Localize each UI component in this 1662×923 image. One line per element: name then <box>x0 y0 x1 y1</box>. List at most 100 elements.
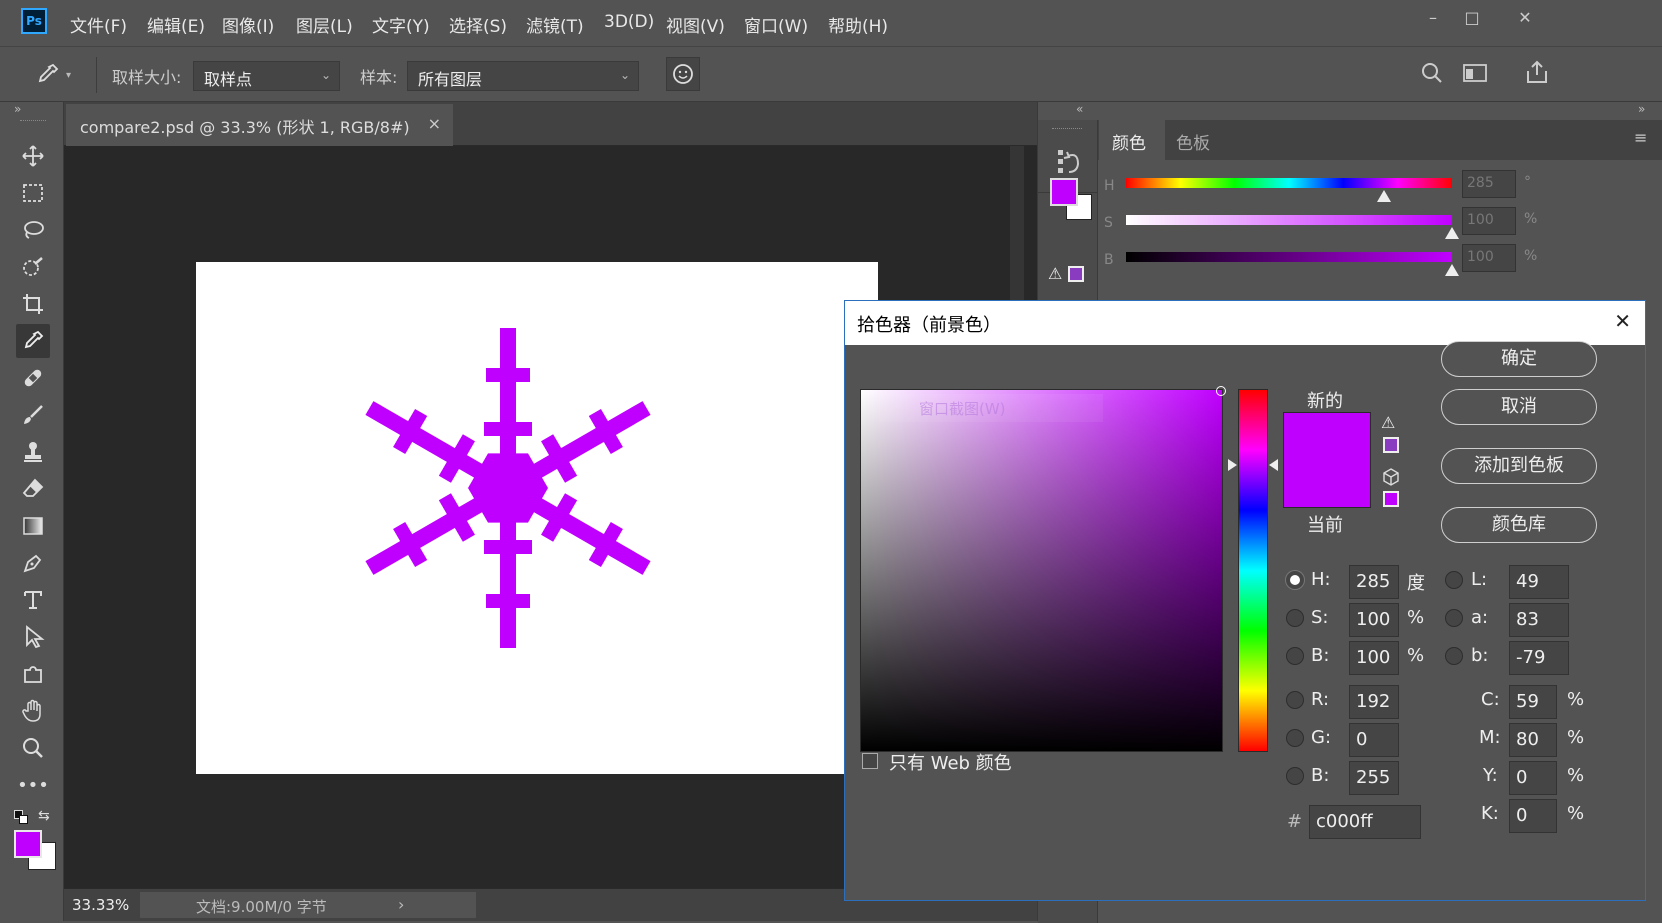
radio-red[interactable] <box>1286 691 1304 709</box>
document-tab[interactable]: compare2.psd @ 33.3% (形状 1, RGB/8#) × <box>66 104 453 146</box>
ok-button[interactable]: 确定 <box>1441 341 1597 377</box>
pen-tool[interactable] <box>16 546 50 580</box>
zoom-tool[interactable] <box>16 731 50 765</box>
menu-type[interactable]: 文字(Y) <box>372 12 430 37</box>
web-safe-color-swatch[interactable] <box>1383 491 1399 507</box>
gamut-color-swatch[interactable] <box>1068 266 1084 282</box>
quick-select-tool[interactable] <box>16 250 50 284</box>
menu-image[interactable]: 图像(I) <box>222 12 274 37</box>
eyedropper-tool[interactable] <box>16 324 50 358</box>
stamp-tool[interactable] <box>16 435 50 469</box>
sampling-ring-toggle[interactable] <box>666 57 700 91</box>
workspace-icon[interactable] <box>1462 61 1488 85</box>
radio-hue[interactable] <box>1286 571 1304 589</box>
status-menu-arrow[interactable]: › <box>398 895 404 914</box>
default-colors-icon[interactable] <box>14 810 28 824</box>
brightness-field[interactable]: 100 <box>1349 641 1399 675</box>
lab-l-field[interactable]: 49 <box>1509 565 1569 599</box>
green-field[interactable]: 0 <box>1349 723 1399 757</box>
menu-layer[interactable]: 图层(L) <box>296 12 353 37</box>
current-color-swatch[interactable] <box>1283 460 1371 508</box>
brightness-value-field[interactable]: 100 <box>1462 244 1516 272</box>
radio-brightness[interactable] <box>1286 647 1304 665</box>
tool-preset-picker[interactable]: ▾ <box>34 59 84 91</box>
menu-filter[interactable]: 滤镜(T) <box>526 12 584 37</box>
saturation-slider-thumb[interactable] <box>1445 227 1459 239</box>
lasso-tool[interactable] <box>16 213 50 247</box>
menu-file[interactable]: 文件(F) <box>70 12 127 37</box>
cyan-field[interactable]: 59 <box>1509 685 1557 719</box>
close-window-button[interactable]: ✕ <box>1510 6 1540 30</box>
path-select-tool[interactable] <box>16 620 50 654</box>
maximize-button[interactable]: □ <box>1457 6 1487 30</box>
out-of-gamut-warning-icon[interactable]: ⚠ <box>1381 413 1395 432</box>
hex-field[interactable]: c000ff <box>1309 805 1421 839</box>
hue-slider-right-arrow[interactable] <box>1269 458 1278 471</box>
brightness-slider-thumb[interactable] <box>1445 264 1459 276</box>
lab-a-field[interactable]: 83 <box>1509 603 1569 637</box>
radio-lab-a[interactable] <box>1445 609 1463 627</box>
eraser-tool[interactable] <box>16 472 50 506</box>
history-icon[interactable] <box>1056 148 1082 176</box>
lab-b-field[interactable]: -79 <box>1509 641 1569 675</box>
gradient-tool[interactable] <box>16 509 50 543</box>
panel-menu-icon[interactable]: ≡ <box>1634 128 1647 147</box>
hue-field[interactable]: 285 <box>1349 565 1399 599</box>
hue-slider[interactable] <box>1126 178 1452 188</box>
hue-spectrum-slider[interactable] <box>1238 389 1268 752</box>
dialog-close-icon[interactable]: ✕ <box>1614 309 1631 333</box>
saturation-value-field[interactable]: 100 <box>1462 207 1516 235</box>
magenta-field[interactable]: 80 <box>1509 723 1557 757</box>
gamut-correction-swatch[interactable] <box>1383 437 1399 453</box>
menu-help[interactable]: 帮助(H) <box>828 12 888 37</box>
red-field[interactable]: 192 <box>1349 685 1399 719</box>
sample-select[interactable]: 所有图层 ⌄ <box>407 61 639 91</box>
yellow-field[interactable]: 0 <box>1509 761 1557 795</box>
menu-edit[interactable]: 编辑(E) <box>147 12 205 37</box>
panel-grip[interactable] <box>1052 128 1082 130</box>
saturation-field[interactable]: 100 <box>1349 603 1399 637</box>
blue-field[interactable]: 255 <box>1349 761 1399 795</box>
menu-view[interactable]: 视图(V) <box>666 12 725 37</box>
black-field[interactable]: 0 <box>1509 799 1557 833</box>
hand-tool[interactable] <box>16 694 50 728</box>
hue-value-field[interactable]: 285 <box>1462 170 1516 198</box>
brightness-slider[interactable] <box>1126 252 1452 262</box>
radio-green[interactable] <box>1286 729 1304 747</box>
search-icon[interactable] <box>1420 61 1444 85</box>
menu-3d[interactable]: 3D(D) <box>604 12 654 32</box>
custom-shape-tool[interactable] <box>16 657 50 691</box>
minimize-button[interactable]: – <box>1418 6 1448 30</box>
radio-saturation[interactable] <box>1286 609 1304 627</box>
panel-foreground-swatch[interactable] <box>1050 178 1078 206</box>
saturation-slider[interactable] <box>1126 215 1452 225</box>
color-field-cursor[interactable] <box>1216 386 1226 396</box>
healing-brush-tool[interactable] <box>16 361 50 395</box>
share-icon[interactable] <box>1524 59 1550 85</box>
panel-grip[interactable] <box>20 120 46 123</box>
gamut-warning-icon[interactable]: ⚠ <box>1048 264 1062 283</box>
tab-color[interactable]: 颜色 <box>1099 120 1165 160</box>
foreground-color-swatch[interactable] <box>14 830 42 858</box>
close-tab-icon[interactable]: × <box>428 114 441 133</box>
radio-blue[interactable] <box>1286 767 1304 785</box>
collapse-right-icon[interactable]: » <box>1638 102 1645 116</box>
hue-slider-thumb[interactable] <box>1376 190 1391 202</box>
cube-web-safe-icon[interactable] <box>1381 467 1401 487</box>
collapse-left-icon[interactable]: « <box>1076 102 1083 116</box>
tab-swatches[interactable]: 色板 <box>1176 129 1210 154</box>
brush-tool[interactable] <box>16 398 50 432</box>
menu-window[interactable]: 窗口(W) <box>744 12 808 37</box>
radio-lab-b[interactable] <box>1445 647 1463 665</box>
marquee-tool[interactable] <box>16 176 50 210</box>
menu-select[interactable]: 选择(S) <box>449 12 507 37</box>
saturation-brightness-field[interactable]: 窗口截图(W) <box>860 386 1226 752</box>
type-tool[interactable] <box>16 583 50 617</box>
sample-size-select[interactable]: 取样点 ⌄ <box>193 61 340 91</box>
hue-slider-left-arrow[interactable] <box>1228 458 1237 471</box>
collapse-icon[interactable]: » <box>14 102 21 116</box>
color-libraries-button[interactable]: 颜色库 <box>1441 507 1597 543</box>
add-to-swatches-button[interactable]: 添加到色板 <box>1441 448 1597 484</box>
swap-colors-icon[interactable]: ⇆ <box>38 808 50 824</box>
radio-lightness[interactable] <box>1445 571 1463 589</box>
